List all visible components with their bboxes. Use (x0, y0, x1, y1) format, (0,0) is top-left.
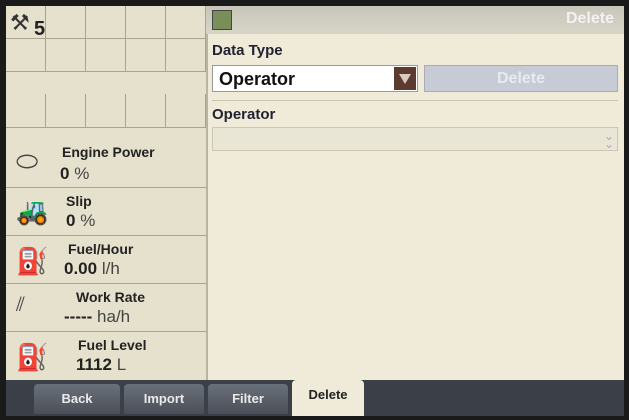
shortcut-slot[interactable] (46, 6, 86, 39)
shortcut-slot[interactable] (166, 94, 206, 128)
divider (212, 100, 618, 101)
data-type-value: Operator (219, 69, 296, 89)
gauge-work-rate[interactable]: ⫽ Work Rate ----- ha/h (6, 284, 206, 332)
gauge-fuel-level[interactable]: ⛽ Fuel Level 1112 L (6, 332, 206, 380)
shortcut-slot[interactable] (86, 39, 126, 72)
gauge-value: 0.00 l/h (64, 259, 120, 278)
gauge-title: Fuel Level (78, 337, 147, 353)
engine-icon: ⬭ (16, 146, 39, 176)
shortcut-slot[interactable] (166, 6, 206, 39)
shortcut-slot[interactable] (86, 94, 126, 128)
gauge-title: Fuel/Hour (68, 241, 134, 257)
status-count: 5 (34, 18, 46, 40)
status-cell[interactable]: ⚒ 5 (6, 6, 46, 40)
gauge-engine-power[interactable]: ⬭ Engine Power 0 % (6, 138, 206, 188)
page-title: Delete (565, 10, 614, 27)
bottom-tab-bar: Back Import Filter Delete (6, 380, 624, 416)
gauge-value: ----- ha/h (64, 307, 131, 326)
gauge-fuel-hour[interactable]: ⛽ Fuel/Hour 0.00 l/h (6, 236, 206, 284)
shortcut-slot[interactable] (126, 94, 166, 128)
tab-back[interactable]: Back (34, 384, 120, 414)
tab-filter[interactable]: Filter (208, 384, 288, 414)
left-gauge-panel: ⚒ 5 ⬭ Engine Power 0 % 🚜 Slip 0 % ⛽ Fuel… (6, 6, 208, 380)
gauge-slip[interactable]: 🚜 Slip 0 % (6, 188, 206, 236)
shortcut-slot[interactable] (46, 39, 86, 72)
app-icon (212, 10, 232, 30)
operator-dropdown[interactable]: ⌄ ⌄ (212, 127, 618, 151)
operator-label: Operator (212, 106, 276, 123)
gauge-title: Engine Power (62, 144, 155, 160)
fuel-pump-icon: ⛽ (16, 246, 49, 276)
fuel-level-icon: ⛽ (16, 342, 49, 372)
shortcut-grid-top: ⚒ 5 (6, 6, 206, 72)
tab-import[interactable]: Import (124, 384, 204, 414)
tractor-slip-icon: 🚜 (16, 196, 49, 226)
gauge-value: 0 % (66, 211, 96, 230)
display-screen: ⚒ 5 ⬭ Engine Power 0 % 🚜 Slip 0 % ⛽ Fuel… (6, 6, 624, 416)
delete-button[interactable]: Delete (424, 65, 618, 92)
chevron-down-icon[interactable] (394, 67, 416, 90)
shortcut-slot[interactable] (126, 6, 166, 39)
work-rate-icon: ⫽ (16, 294, 25, 316)
shortcut-slot[interactable] (6, 94, 46, 128)
shortcut-slot[interactable] (86, 6, 126, 39)
gauge-value: 1112 L (76, 355, 127, 374)
data-type-dropdown[interactable]: Operator (212, 65, 418, 92)
gauge-title: Slip (66, 193, 92, 209)
shortcut-slot[interactable] (126, 39, 166, 72)
wrench-icon: ⚒ (10, 10, 30, 35)
shortcut-slot[interactable] (6, 39, 46, 72)
shortcut-slot[interactable] (166, 39, 206, 72)
data-type-label: Data Type (212, 42, 283, 59)
tab-delete[interactable]: Delete (292, 380, 364, 416)
gauge-title: Work Rate (76, 289, 145, 305)
shortcut-grid-bottom (6, 94, 206, 128)
title-bar: Delete (206, 6, 624, 34)
shortcut-slot[interactable] (46, 94, 86, 128)
double-chevron-down-icon[interactable]: ⌄ ⌄ (604, 130, 614, 150)
gauge-value: 0 % (60, 164, 90, 183)
